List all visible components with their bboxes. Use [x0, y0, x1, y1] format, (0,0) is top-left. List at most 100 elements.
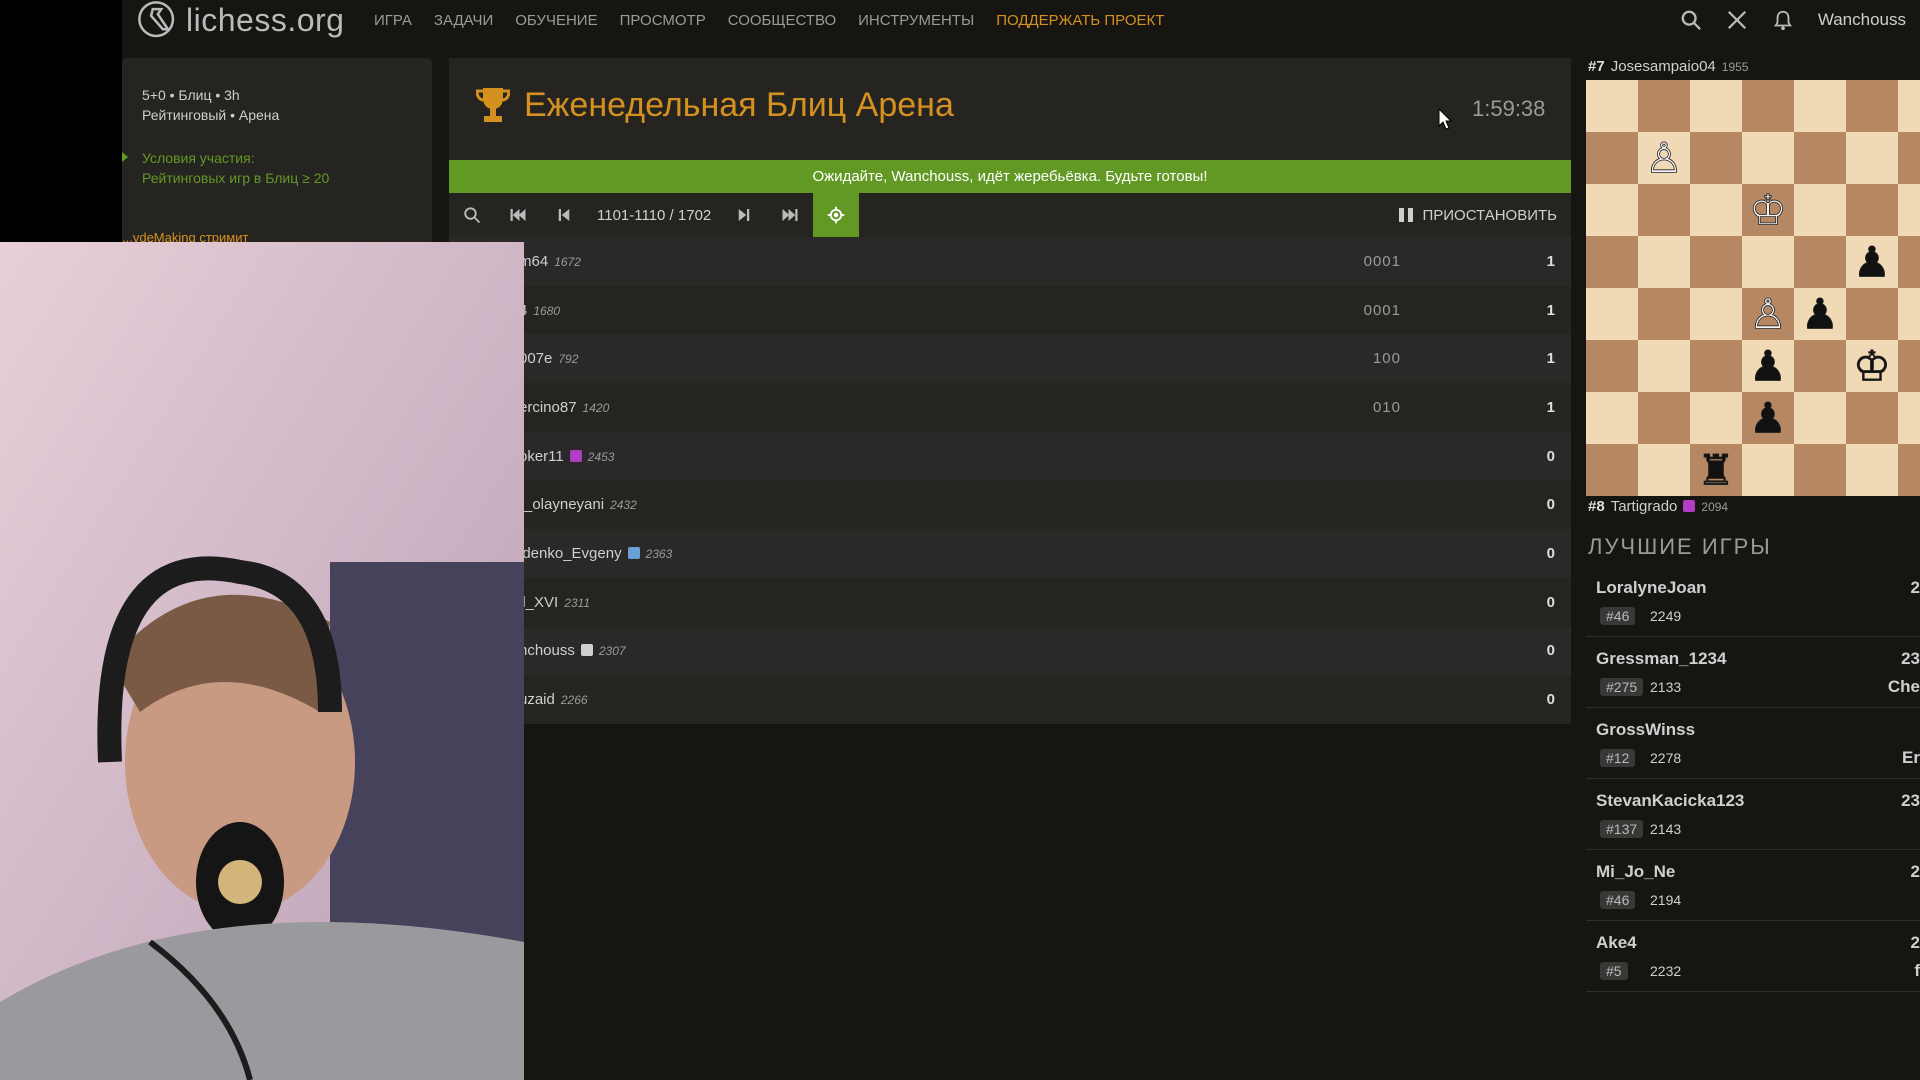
- pause-button[interactable]: ПРИОСТАНОВИТЬ: [1398, 193, 1557, 237]
- board-square[interactable]: [1846, 392, 1898, 444]
- player-name[interactable]: nchouss 2307: [519, 642, 626, 659]
- nav-item-tools[interactable]: ИНСТРУМЕНТЫ: [858, 12, 974, 29]
- board-square[interactable]: [1638, 392, 1690, 444]
- board-square[interactable]: [1690, 184, 1742, 236]
- board-square[interactable]: [1846, 80, 1898, 132]
- best-game-item[interactable]: Gressman_1234 #275 2133 23 Che: [1586, 637, 1920, 708]
- chess-piece[interactable]: ♔: [1853, 341, 1891, 391]
- last-page-button[interactable]: [767, 193, 813, 237]
- user-menu[interactable]: Wanchouss: [1818, 10, 1906, 30]
- board-square[interactable]: [1846, 444, 1898, 496]
- board-square[interactable]: [1846, 132, 1898, 184]
- board-square[interactable]: [1794, 132, 1846, 184]
- standings-row[interactable]: 007e 792 100 1: [449, 334, 1571, 384]
- board-square[interactable]: [1898, 392, 1920, 444]
- standings-row[interactable]: r_olayneyani 2432 0: [449, 480, 1571, 530]
- standings-row[interactable]: m64 1672 0001 1: [449, 237, 1571, 286]
- board-square[interactable]: [1742, 132, 1794, 184]
- player-name[interactable]: uzaid 2266: [519, 691, 588, 708]
- chess-piece[interactable]: ♜: [1697, 445, 1735, 495]
- board-square[interactable]: [1794, 80, 1846, 132]
- board-square[interactable]: [1846, 184, 1898, 236]
- chess-piece[interactable]: ♙: [1749, 289, 1787, 339]
- player-name[interactable]: 007e 792: [519, 350, 578, 367]
- board-square[interactable]: [1898, 340, 1920, 392]
- nav-item-learn[interactable]: ОБУЧЕНИЕ: [515, 12, 597, 29]
- board-square[interactable]: [1898, 236, 1920, 288]
- board-square[interactable]: [1794, 340, 1846, 392]
- board-square[interactable]: [1638, 80, 1690, 132]
- board-square[interactable]: [1690, 340, 1742, 392]
- prev-page-button[interactable]: [541, 193, 587, 237]
- board-square[interactable]: [1898, 288, 1920, 340]
- best-game-item[interactable]: Ake4 #5 2232 2 f: [1586, 921, 1920, 992]
- standings-row[interactable]: uzaid 2266 0: [449, 675, 1571, 724]
- top-player-label[interactable]: #7 Josesampaio04 1955: [1588, 58, 1748, 75]
- board-square[interactable]: [1690, 80, 1742, 132]
- nav-item-puzzles[interactable]: ЗАДАЧИ: [434, 12, 493, 29]
- player-name[interactable]: ercino87 1420: [519, 399, 609, 416]
- board-square[interactable]: [1586, 288, 1638, 340]
- board-square[interactable]: [1638, 184, 1690, 236]
- player-name[interactable]: 41680: [519, 302, 560, 319]
- player-name[interactable]: ll_XVI 2311: [519, 594, 590, 611]
- chess-board[interactable]: ♙♔♟♙ ♟♟ ♔♟♜: [1586, 80, 1920, 496]
- board-square[interactable]: [1638, 236, 1690, 288]
- best-game-item[interactable]: LoralyneJoan #46 2249 2: [1586, 566, 1920, 637]
- standings-row[interactable]: ll_XVI 2311 0: [449, 577, 1571, 627]
- site-logo[interactable]: lichess.org: [136, 0, 344, 40]
- player-name[interactable]: m64 1672: [519, 253, 581, 270]
- best-game-item[interactable]: StevanKacicka123 #137 2143 23: [1586, 779, 1920, 850]
- player-name[interactable]: oker11 2453: [519, 448, 614, 465]
- chess-piece[interactable]: ♟: [1749, 393, 1787, 443]
- chess-piece[interactable]: ♟: [1801, 289, 1839, 339]
- chess-piece[interactable]: ♟: [1749, 341, 1787, 391]
- player-name[interactable]: idenko_Evgeny 2363: [519, 545, 672, 562]
- next-page-button[interactable]: [721, 193, 767, 237]
- challenge-swords-icon[interactable]: [1726, 9, 1748, 31]
- jump-to-me-button[interactable]: [813, 193, 860, 237]
- nav-item-donate[interactable]: ПОДДЕРЖАТЬ ПРОЕКТ: [996, 12, 1164, 29]
- board-square[interactable]: [1638, 288, 1690, 340]
- board-square[interactable]: [1586, 392, 1638, 444]
- best-game-item[interactable]: Mi_Jo_Ne #46 2194 2: [1586, 850, 1920, 921]
- board-square[interactable]: [1586, 236, 1638, 288]
- board-square[interactable]: [1898, 444, 1920, 496]
- chess-piece[interactable]: ♟: [1853, 237, 1891, 287]
- board-square[interactable]: [1638, 444, 1690, 496]
- board-square[interactable]: [1586, 444, 1638, 496]
- board-square[interactable]: [1690, 132, 1742, 184]
- board-square[interactable]: [1794, 236, 1846, 288]
- bottom-player-label[interactable]: #8 Tartigrado 2094: [1588, 498, 1728, 515]
- board-square[interactable]: [1586, 184, 1638, 236]
- board-square[interactable]: [1742, 236, 1794, 288]
- chess-piece[interactable]: ♔: [1749, 185, 1787, 235]
- nav-item-play[interactable]: ИГРА: [374, 12, 412, 29]
- standings-row[interactable]: nchouss 2307 0: [449, 626, 1571, 676]
- board-square[interactable]: [1794, 184, 1846, 236]
- standings-row[interactable]: ercino87 1420 010 1: [449, 383, 1571, 432]
- board-square[interactable]: [1690, 288, 1742, 340]
- search-player-button[interactable]: [449, 193, 495, 237]
- board-square[interactable]: [1898, 184, 1920, 236]
- nav-item-community[interactable]: СООБЩЕСТВО: [728, 12, 836, 29]
- board-square[interactable]: [1586, 80, 1638, 132]
- chess-piece[interactable]: ♙: [1645, 133, 1683, 183]
- standings-row[interactable]: 41680 0001 1: [449, 285, 1571, 335]
- player-name[interactable]: r_olayneyani 2432: [519, 496, 637, 513]
- board-square[interactable]: [1794, 392, 1846, 444]
- board-square[interactable]: [1690, 236, 1742, 288]
- best-game-item[interactable]: GrossWinss #12 2278 Er: [1586, 708, 1920, 779]
- board-square[interactable]: [1794, 444, 1846, 496]
- board-square[interactable]: [1586, 340, 1638, 392]
- board-square[interactable]: [1742, 444, 1794, 496]
- standings-row[interactable]: oker11 2453 0: [449, 431, 1571, 481]
- board-square[interactable]: [1846, 288, 1898, 340]
- search-icon[interactable]: [1680, 9, 1702, 31]
- notifications-bell-icon[interactable]: [1772, 9, 1794, 31]
- board-square[interactable]: [1898, 80, 1920, 132]
- nav-item-watch[interactable]: ПРОСМОТР: [620, 12, 706, 29]
- board-square[interactable]: [1638, 340, 1690, 392]
- board-square[interactable]: [1586, 132, 1638, 184]
- board-square[interactable]: [1742, 80, 1794, 132]
